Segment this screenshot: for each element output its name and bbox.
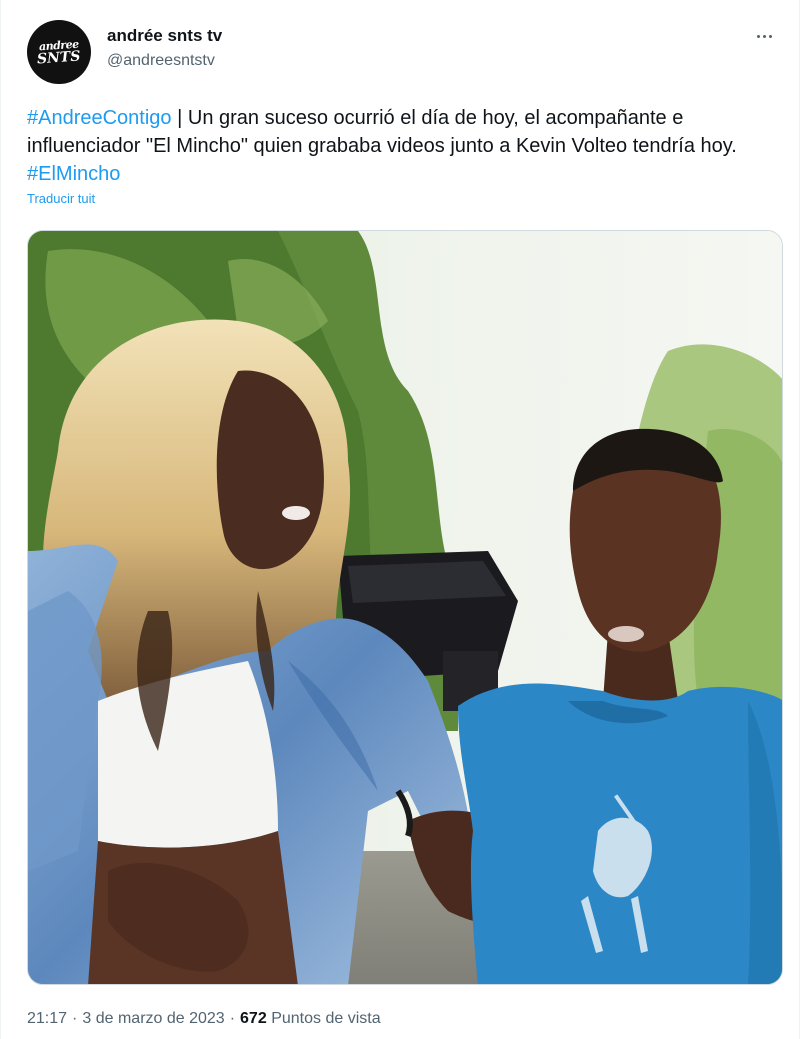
display-name[interactable]: andrée snts tv [107, 26, 222, 46]
more-options-button[interactable] [749, 24, 779, 48]
tweet-meta: 21:17 · 3 de marzo de 2023 · 672 Puntos de v… [27, 1010, 381, 1028]
tweet-time[interactable]: 21:17 [27, 1010, 67, 1027]
translate-tweet-link[interactable]: Traducir tuit [27, 191, 95, 206]
meta-separator: · [72, 1010, 78, 1027]
hashtag-link[interactable]: #ElMincho [27, 163, 120, 185]
photo-illustration [28, 231, 782, 984]
meta-separator: · [229, 1010, 236, 1027]
user-handle[interactable]: @andreesntstv [107, 50, 222, 72]
views-count: 672 [240, 1010, 267, 1027]
avatar-logo-line2: SNTS [36, 48, 82, 67]
hashtag-link[interactable]: #AndreeContigo [27, 107, 172, 129]
avatar[interactable]: andree SNTS [27, 20, 91, 84]
more-options-icon [762, 34, 766, 38]
tweet-photo[interactable] [27, 230, 783, 985]
tweet-card: andree SNTS andrée snts tv @andreesntstv… [0, 0, 800, 1039]
tweet-text: #AndreeContigo | Un gran suceso ocurrió … [27, 104, 782, 188]
views-label: Puntos de vista [271, 1010, 381, 1027]
more-options-icon [768, 34, 772, 38]
user-names: andrée snts tv @andreesntstv [107, 26, 222, 72]
tweet-date[interactable]: 3 de marzo de 2023 [82, 1010, 224, 1027]
tweet-header: andree SNTS andrée snts tv @andreesntstv [27, 18, 779, 84]
more-options-icon [756, 34, 760, 38]
